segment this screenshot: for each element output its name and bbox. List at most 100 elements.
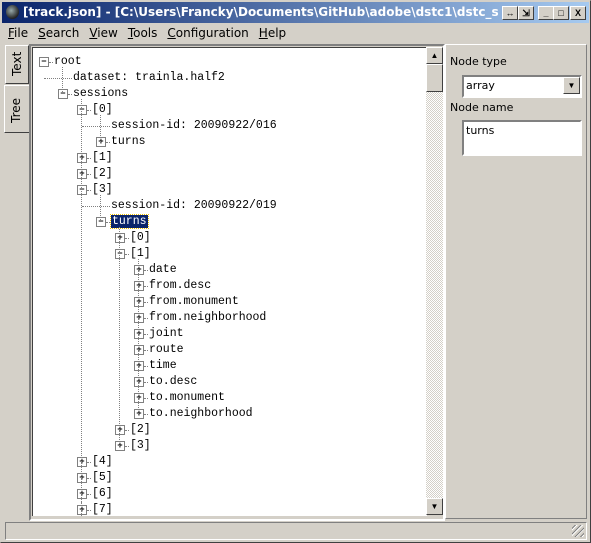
scroll-up-button[interactable]: ▲ [426,47,443,64]
tree-node[interactable]: session-id: 20090922/019 [111,198,277,214]
expand-icon[interactable]: + [134,393,144,403]
tree-node[interactable]: date [149,262,177,278]
tree-connector [44,78,72,79]
tree-node[interactable]: [2] [130,422,151,438]
tree-connector [81,99,82,510]
tree-node[interactable]: [1] [130,246,151,262]
tree-node[interactable]: [6] [92,486,113,502]
collapse-icon[interactable]: − [77,185,87,195]
json-tree[interactable]: − root dataset: trainla.half2− sessions − [0]… [32,47,427,516]
collapse-icon[interactable]: − [77,105,87,115]
expand-icon[interactable]: + [77,505,87,515]
tree-node-label: from.desc [149,279,212,292]
tree-node-label: to.monument [149,391,225,404]
tab-tree[interactable]: Tree [4,85,29,133]
tree-node[interactable]: from.monument [149,294,239,310]
expand-icon[interactable]: + [96,137,106,147]
tree-node[interactable]: turns [110,214,149,230]
tree-node-label: route [149,343,184,356]
tree-node[interactable]: [0] [92,102,113,118]
collapse-icon[interactable]: − [96,217,106,227]
expand-icon[interactable]: + [134,409,144,419]
scroll-thumb[interactable] [426,64,443,92]
collapse-icon[interactable]: − [39,57,49,67]
tree-connector [87,462,91,463]
menu-help[interactable]: Help [254,24,291,40]
menu-configuration[interactable]: Configuration [162,24,253,40]
tree-node-label: turns [111,135,146,148]
chevron-down-icon[interactable]: ▼ [563,77,580,94]
tree-node[interactable]: [4] [92,454,113,470]
expand-icon[interactable]: + [134,345,144,355]
node-type-select[interactable]: array ▼ [462,75,582,98]
expand-icon[interactable]: + [134,265,144,275]
expand-icon[interactable]: + [134,297,144,307]
close-button[interactable]: X [570,6,586,20]
tree-node[interactable]: from.neighborhood [149,310,266,326]
menu-search[interactable]: Search [33,24,84,40]
app-icon[interactable] [6,5,19,19]
tree-node[interactable]: [2] [92,166,113,182]
tree-node[interactable]: to.desc [149,374,197,390]
tree-node-label: root [54,55,82,68]
expand-icon[interactable]: + [134,281,144,291]
collapse-icon[interactable]: − [115,249,125,259]
tree-node-label: [2] [92,167,113,180]
menu-file[interactable]: File [3,24,33,40]
expand-icon[interactable]: + [134,361,144,371]
expand-icon[interactable]: + [77,473,87,483]
expand-icon[interactable]: + [134,377,144,387]
expand-icon[interactable]: + [115,233,125,243]
expand-icon[interactable]: + [77,489,87,499]
menu-view[interactable]: View [84,24,122,40]
tree-node-label: to.neighborhood [149,407,253,420]
expand-icon[interactable]: + [77,153,87,163]
tree-node[interactable]: time [149,358,177,374]
tree-node[interactable]: [1] [92,150,113,166]
tree-node[interactable]: [7] [92,502,113,516]
resize-grip-icon[interactable] [572,525,584,537]
tree-node-label: joint [149,327,184,340]
tree-connector [68,94,72,95]
tree-node[interactable]: joint [149,326,184,342]
tree-node[interactable]: session-id: 20090922/016 [111,118,277,134]
tree-connector [125,430,129,431]
tree-node[interactable]: from.desc [149,278,211,294]
tree-connector [82,206,110,207]
tab-text[interactable]: Text [5,45,29,84]
scroll-down-button[interactable]: ▼ [426,498,443,515]
tree-node[interactable]: root [54,54,82,70]
tree-node[interactable]: dataset: trainla.half2 [73,70,225,86]
tree-node[interactable]: [0] [130,230,151,246]
menu-tools[interactable]: Tools [123,24,163,40]
vertical-scrollbar[interactable]: ▲ ▼ [426,47,443,515]
tree-node[interactable]: [3] [130,438,151,454]
tree-connector [81,502,82,516]
tree-node[interactable]: to.monument [149,390,225,406]
tree-node-label: turns [110,214,149,229]
tree-connector [144,286,148,287]
tree-connector [144,382,148,383]
node-name-field[interactable]: turns [462,120,582,156]
tree-node[interactable]: route [149,342,184,358]
tree-connector [87,478,91,479]
dock-button[interactable]: ⇲ [518,6,534,20]
tree-node[interactable]: [5] [92,470,113,486]
collapse-icon[interactable]: − [58,89,68,99]
tree-node[interactable]: turns [111,134,146,150]
maximize-button[interactable]: □ [553,6,569,20]
expand-icon[interactable]: + [115,441,125,451]
properties-panel: Node type array ▼ Node name turns [445,44,587,519]
tree-node[interactable]: [3] [92,182,113,198]
title-bar[interactable]: [track.json] - [C:\Users\Francky\Documen… [2,2,589,23]
minimize-button[interactable]: _ [538,6,554,20]
tree-node-label: [0] [130,231,151,244]
expand-icon[interactable]: + [134,329,144,339]
tree-node[interactable]: to.neighborhood [149,406,253,422]
expand-icon[interactable]: + [77,169,87,179]
expand-icon[interactable]: + [115,425,125,435]
expand-icon[interactable]: + [134,313,144,323]
tree-node-label: to.desc [149,375,198,388]
expand-icon[interactable]: + [77,457,87,467]
split-view-button[interactable]: ↔ [502,6,518,20]
